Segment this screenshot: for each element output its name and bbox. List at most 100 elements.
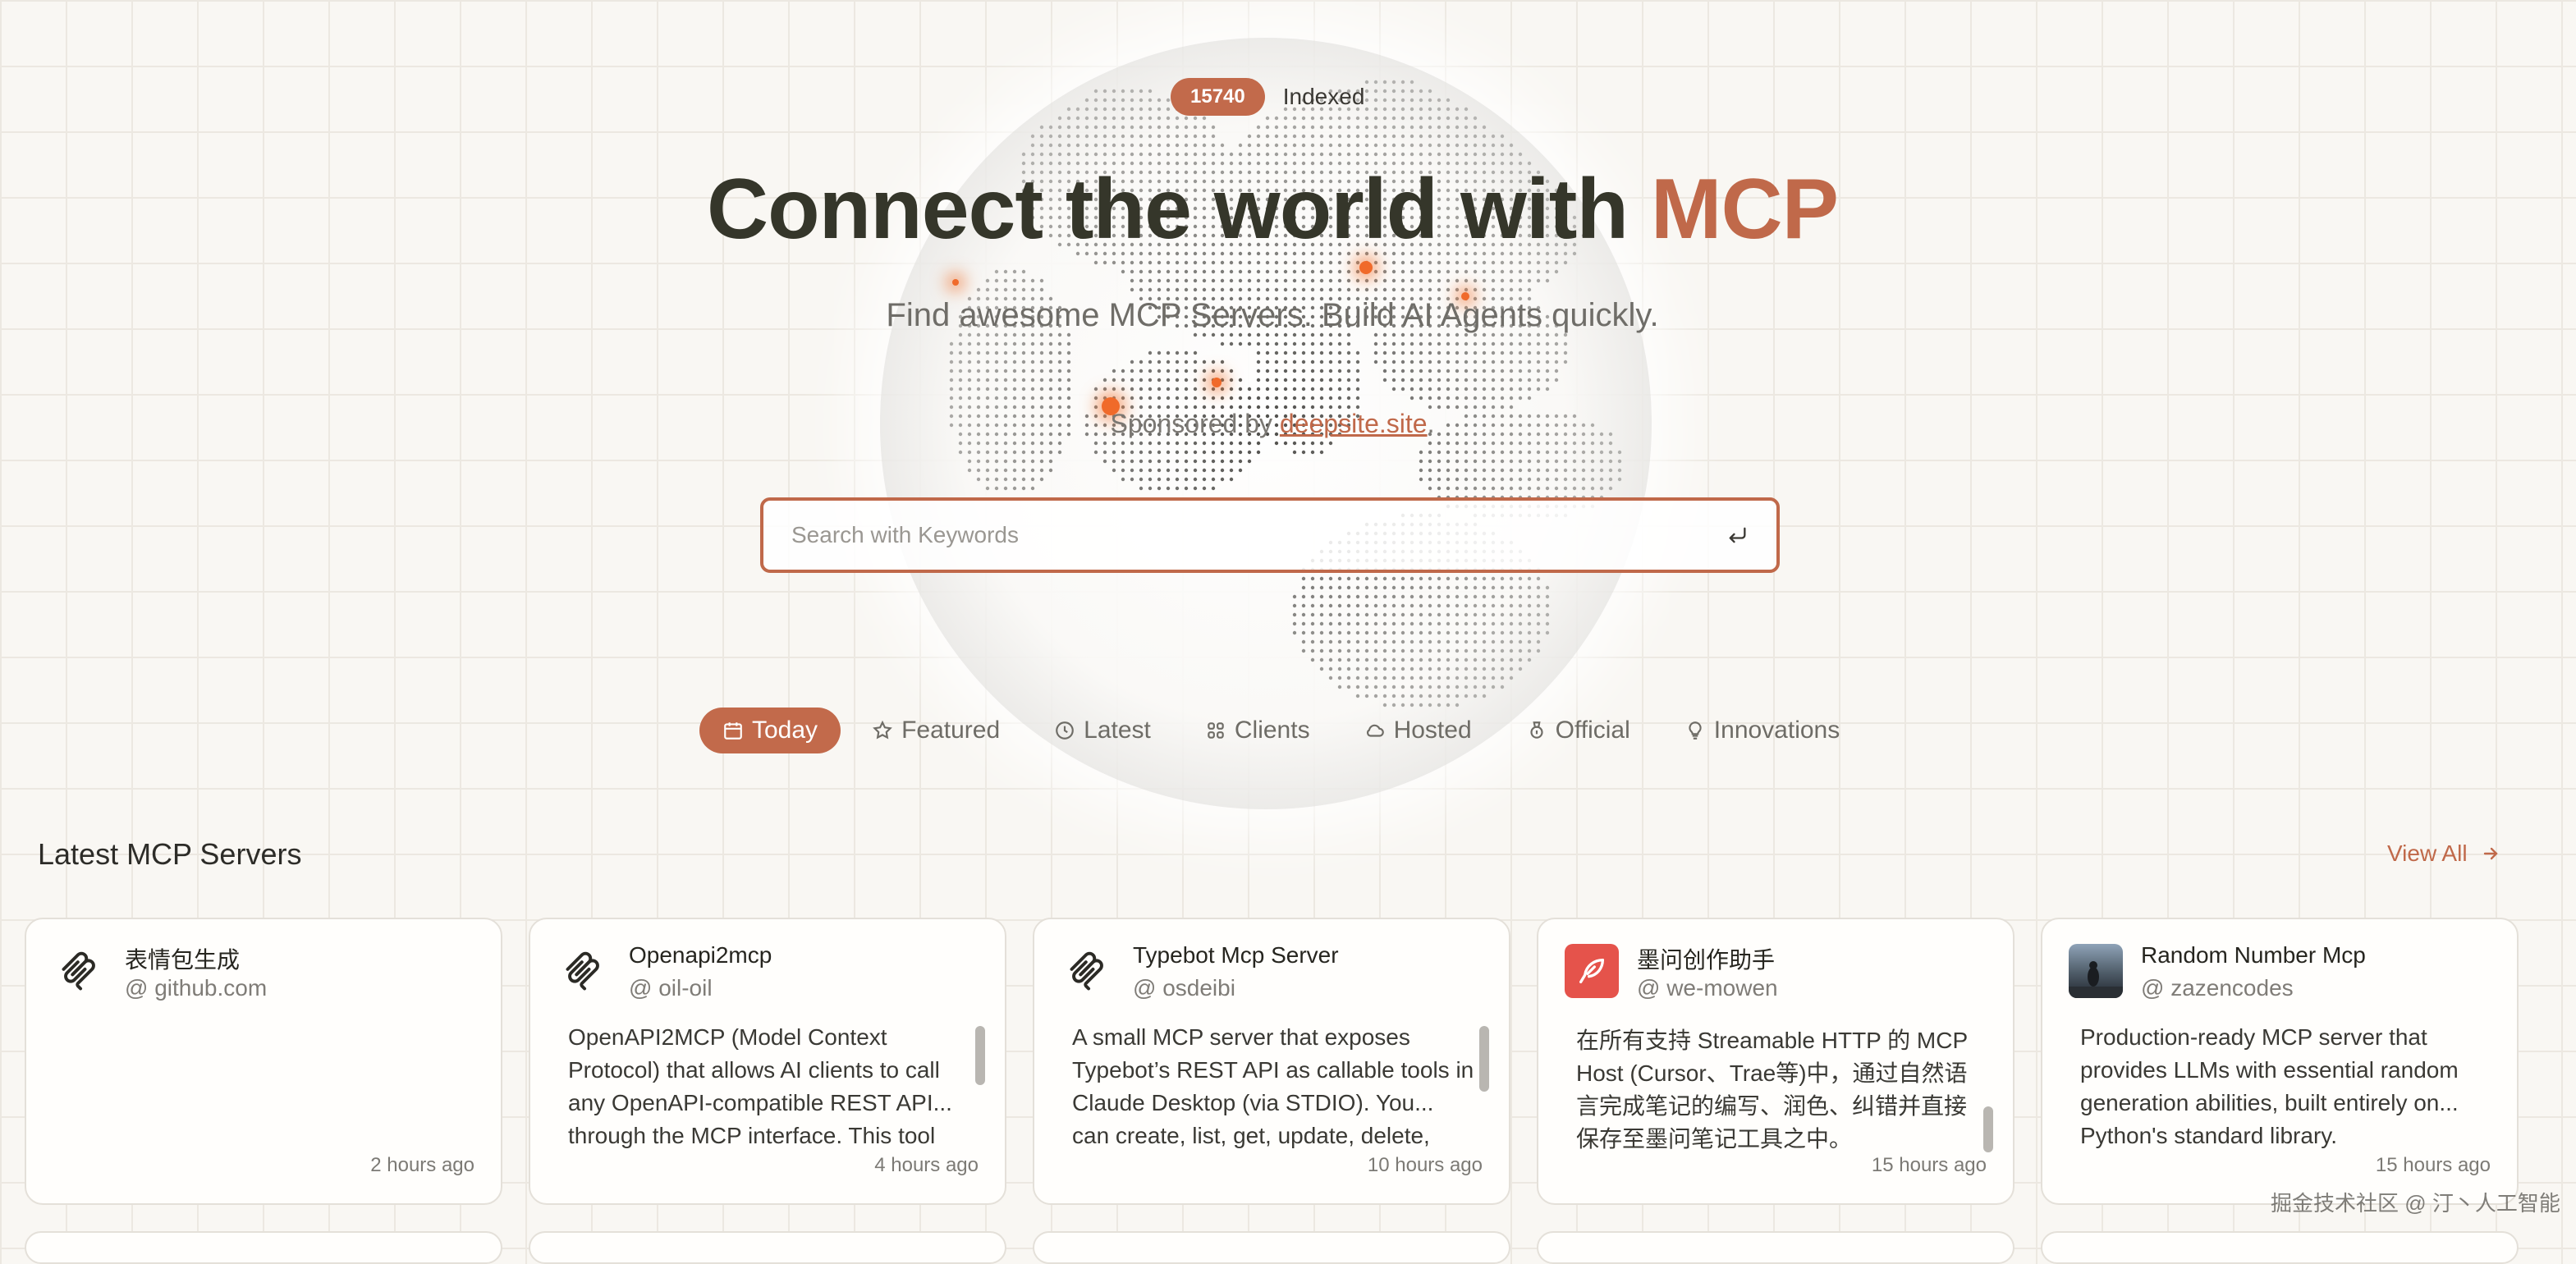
hero-subtitle: Find awesome MCP Servers. Build AI Agent… — [886, 297, 1659, 333]
globe-dot — [1310, 396, 1315, 401]
globe-dot — [1057, 387, 1062, 392]
tab-featured[interactable]: Featured — [849, 708, 1023, 753]
globe-dot — [985, 450, 990, 455]
globe-dot — [1346, 143, 1351, 148]
globe-dot — [1382, 116, 1387, 121]
globe-dot — [1256, 152, 1261, 157]
server-card[interactable] — [1537, 1231, 2015, 1264]
globe-dot — [1328, 612, 1333, 617]
globe-dot — [1491, 287, 1496, 292]
globe-dot — [958, 396, 963, 401]
globe-dot — [1554, 341, 1559, 346]
globe-dot — [1003, 486, 1008, 491]
globe-dot — [1509, 459, 1514, 464]
globe-dot — [1310, 260, 1315, 265]
globe-dot — [1175, 486, 1180, 491]
description-scrollbar[interactable] — [974, 1021, 985, 1156]
globe-dot — [1211, 360, 1216, 364]
globe-dot — [1382, 269, 1387, 274]
globe-dot — [958, 450, 963, 455]
globe-dot — [958, 341, 963, 346]
globe-dot — [1301, 341, 1306, 346]
server-card[interactable] — [529, 1231, 1006, 1264]
globe-dot — [1030, 396, 1035, 401]
globe-dot — [1409, 350, 1414, 355]
description-scrollbar[interactable] — [1478, 1021, 1489, 1156]
globe-dot — [1337, 116, 1342, 121]
globe-dot — [1003, 477, 1008, 482]
server-card[interactable]: Openapi2mcp @ oil-oil OpenAPI2MCP (Model… — [529, 918, 1006, 1205]
globe-dot — [1419, 287, 1423, 292]
globe-dot — [1400, 585, 1405, 590]
globe-dot — [1545, 450, 1550, 455]
tab-latest[interactable]: Latest — [1031, 708, 1174, 753]
globe-dot — [1139, 98, 1144, 103]
globe-dot — [1301, 350, 1306, 355]
globe-dot — [1482, 685, 1487, 689]
globe-dot — [1437, 612, 1442, 617]
globe-dot — [1184, 459, 1189, 464]
server-card[interactable] — [25, 1231, 502, 1264]
globe-dot — [1446, 350, 1451, 355]
globe-dot — [1382, 630, 1387, 635]
server-card[interactable]: Random Number Mcp @ zazencodes Productio… — [2041, 918, 2519, 1205]
globe-dot — [1121, 116, 1125, 121]
globe-dot — [1039, 369, 1044, 373]
globe-dot — [1112, 125, 1116, 130]
globe-dot — [1220, 459, 1225, 464]
globe-dot — [958, 369, 963, 373]
globe-dot — [1446, 260, 1451, 265]
globe-dot — [1355, 269, 1360, 274]
globe-dot — [1030, 152, 1035, 157]
globe-dot — [1491, 152, 1496, 157]
globe-dot — [1012, 350, 1017, 355]
globe-dot — [1572, 450, 1577, 455]
globe-dot — [949, 396, 954, 401]
globe-dot — [1139, 152, 1144, 157]
globe-dot — [1184, 360, 1189, 364]
globe-dot — [1491, 477, 1496, 482]
globe-dot — [1572, 468, 1577, 473]
globe-dot — [1265, 387, 1270, 392]
tab-clients[interactable]: Clients — [1182, 708, 1333, 753]
tab-hosted[interactable]: Hosted — [1341, 708, 1495, 753]
globe-dot — [1491, 378, 1496, 382]
globe-dot — [1464, 594, 1469, 599]
globe-dot — [1509, 369, 1514, 373]
globe-dot — [1500, 630, 1505, 635]
server-card[interactable]: 表情包生成 @ github.com 2 hours ago — [25, 918, 502, 1205]
enter-icon[interactable] — [1712, 511, 1762, 560]
tab-official[interactable]: Official — [1503, 708, 1653, 753]
globe-dot — [1364, 585, 1369, 590]
globe-dot — [1012, 486, 1017, 491]
globe-dot — [1021, 477, 1026, 482]
globe-dot — [1355, 350, 1360, 355]
server-card[interactable] — [1033, 1231, 1510, 1264]
globe-dot — [1409, 685, 1414, 689]
server-card[interactable]: Typebot Mcp Server @ osdeibi A small MCP… — [1033, 918, 1510, 1205]
globe-dot — [1337, 341, 1342, 346]
globe-dot — [967, 378, 972, 382]
globe-dot — [1428, 107, 1432, 112]
globe-dot — [1545, 630, 1550, 635]
globe-dot — [1400, 666, 1405, 671]
globe-dot — [1157, 98, 1162, 103]
search-input[interactable] — [790, 521, 1712, 549]
globe-dot — [1319, 621, 1324, 626]
view-all-link[interactable]: View All — [2387, 840, 2500, 867]
server-card[interactable]: 墨问创作助手 @ we-mowen 在所有支持 Streamable HTTP … — [1537, 918, 2015, 1205]
sponsor-link[interactable]: deepsite.site — [1280, 409, 1428, 438]
tab-innovations[interactable]: Innovations — [1662, 708, 1863, 753]
globe-dot — [1084, 143, 1089, 148]
globe-dot — [1274, 396, 1279, 401]
globe-dot — [1464, 666, 1469, 671]
description-scrollbar[interactable] — [1982, 1021, 1993, 1156]
globe-dot — [985, 459, 990, 464]
tab-today[interactable]: Today — [699, 708, 841, 753]
globe-dot — [1518, 152, 1523, 157]
globe-dot — [1500, 639, 1505, 644]
globe-dot — [1382, 341, 1387, 346]
server-card[interactable] — [2041, 1231, 2519, 1264]
globe-dot — [1355, 639, 1360, 644]
globe-dot — [1139, 287, 1144, 292]
